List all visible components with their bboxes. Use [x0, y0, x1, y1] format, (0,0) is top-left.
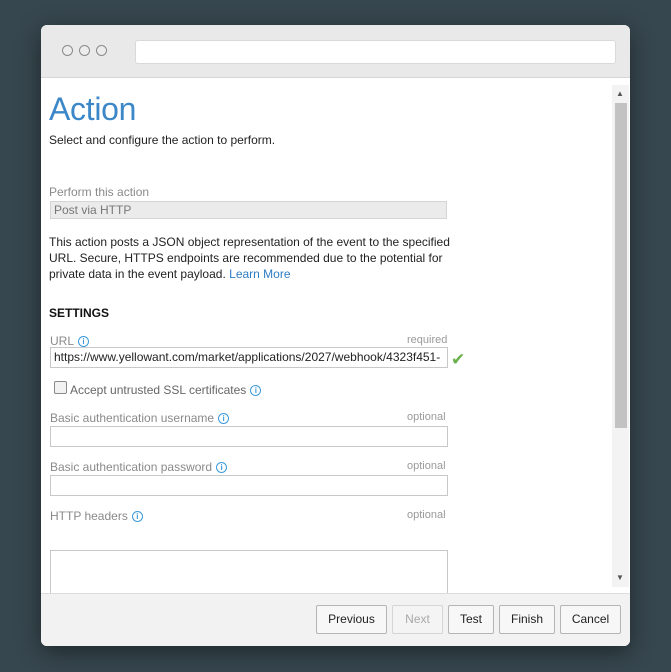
window-dot-icon [62, 45, 73, 56]
action-label: Perform this action [49, 185, 150, 199]
settings-heading: SETTINGS [49, 306, 110, 320]
password-input[interactable] [50, 475, 448, 496]
info-icon[interactable]: i [78, 336, 90, 347]
password-label-text: Basic authentication password [50, 460, 213, 474]
ssl-checkbox[interactable] [54, 381, 67, 394]
url-label-text: URL [50, 334, 75, 348]
scroll-thumb[interactable] [615, 103, 627, 428]
password-optional: optional [407, 460, 446, 472]
page-title: Action [49, 91, 137, 127]
username-input[interactable] [50, 426, 448, 447]
window-dot-icon [96, 45, 107, 56]
previous-button[interactable]: Previous [316, 605, 387, 634]
address-bar[interactable] [135, 40, 616, 64]
vertical-scrollbar[interactable]: ▲ ▼ [612, 85, 629, 587]
info-icon[interactable]: i [250, 385, 262, 396]
username-optional: optional [407, 411, 446, 423]
headers-label: HTTP headers i [50, 509, 143, 523]
dialog-content: Action Select and configure the action t… [41, 78, 612, 593]
page-subtitle: Select and configure the action to perfo… [49, 133, 276, 147]
info-icon[interactable]: i [218, 413, 230, 424]
action-description: This action posts a JSON object represen… [49, 234, 454, 282]
test-button[interactable]: Test [448, 605, 494, 634]
headers-optional: optional [407, 509, 446, 521]
password-label: Basic authentication password i [50, 460, 228, 474]
username-label: Basic authentication username i [50, 411, 230, 425]
next-button[interactable]: Next [392, 605, 443, 634]
url-required: required [407, 334, 448, 346]
finish-button[interactable]: Finish [499, 605, 555, 634]
headers-label-text: HTTP headers [50, 509, 128, 523]
scroll-up-icon[interactable]: ▲ [616, 90, 624, 98]
username-label-text: Basic authentication username [50, 411, 215, 425]
ssl-label-text[interactable]: Accept untrusted SSL certificates [70, 383, 246, 397]
scroll-down-icon[interactable]: ▼ [616, 574, 624, 582]
url-label: URL i [50, 334, 90, 348]
url-input[interactable]: https://www.yellowant.com/market/applica… [50, 347, 448, 368]
dialog-window: Action Select and configure the action t… [41, 25, 630, 646]
learn-more-link[interactable]: Learn More [229, 267, 290, 281]
dialog-footer: Previous Next Test Finish Cancel [41, 593, 630, 646]
ssl-label: Accept untrusted SSL certificates i [70, 383, 262, 397]
cancel-button[interactable]: Cancel [560, 605, 621, 634]
title-bar [41, 25, 630, 78]
headers-textarea[interactable] [50, 550, 448, 593]
info-icon[interactable]: i [131, 511, 143, 522]
checkmark-icon: ✔ [451, 350, 466, 369]
action-select: Post via HTTP [50, 201, 447, 219]
info-icon[interactable]: i [216, 462, 228, 473]
window-dot-icon [79, 45, 90, 56]
